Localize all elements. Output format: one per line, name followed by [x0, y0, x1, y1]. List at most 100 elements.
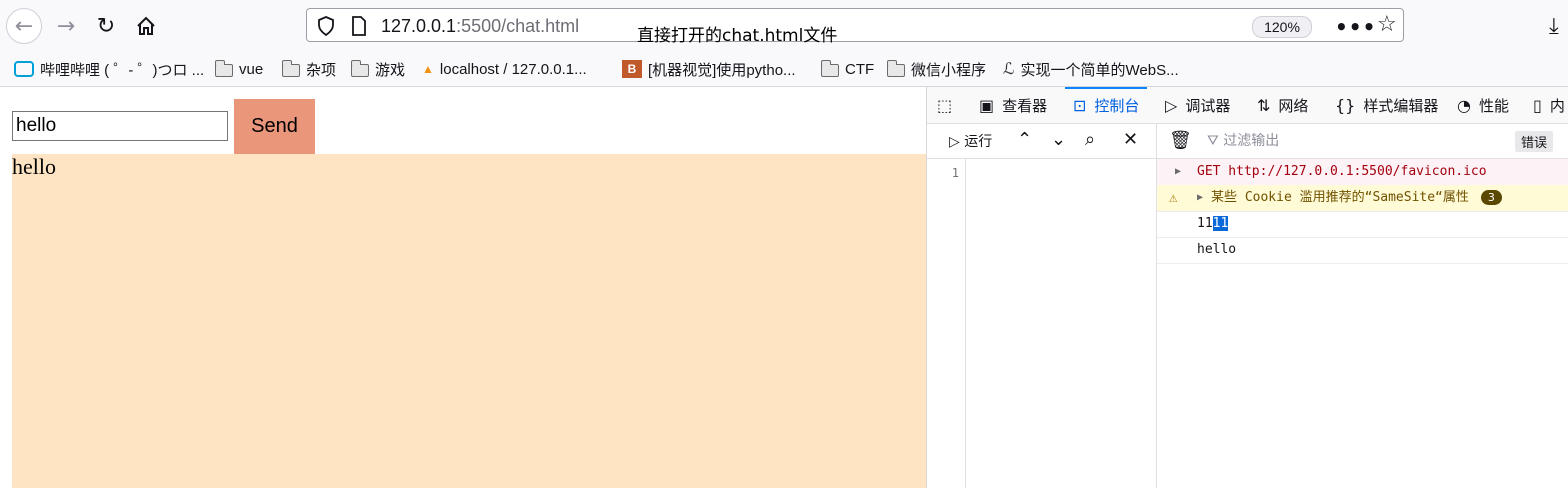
- download-icon[interactable]: ⤓: [1549, 14, 1559, 39]
- tab-performance[interactable]: ◔ 性能: [1457, 87, 1509, 123]
- site-icon: ℒ: [1003, 61, 1015, 78]
- zoom-level-button[interactable]: 120%: [1252, 16, 1312, 38]
- folder-icon: [214, 59, 233, 77]
- message-input[interactable]: [12, 111, 228, 141]
- run-label: 运行: [964, 134, 993, 150]
- console-log-row[interactable]: 1111: [1157, 211, 1568, 238]
- back-button[interactable]: ←: [6, 8, 42, 44]
- bookmark-item[interactable]: ℒ 实现一个简单的WebS...: [1003, 58, 1179, 80]
- inspector-icon: ▣: [979, 95, 995, 115]
- folder-icon: [350, 59, 369, 77]
- caption-text: 直接打开的chat.html文件: [637, 26, 838, 46]
- run-button[interactable]: ▷ 运行: [949, 131, 992, 151]
- console-warning-row[interactable]: ⚠ ▶ 某些 Cookie 滥用推荐的“SameSite“属性 3: [1157, 185, 1568, 212]
- folder-icon: [281, 59, 300, 77]
- tab-console[interactable]: ⊡ 控制台: [1064, 87, 1148, 123]
- memory-icon: ▯: [1533, 95, 1542, 115]
- home-button[interactable]: [128, 8, 164, 44]
- bookmark-label: CTF: [845, 60, 875, 78]
- page-icon: [352, 16, 366, 36]
- console-log-row[interactable]: hello: [1157, 237, 1568, 264]
- warning-text: 某些 Cookie 滥用推荐的“SameSite“属性: [1211, 190, 1469, 205]
- expand-triangle-icon[interactable]: ▶: [1197, 185, 1203, 211]
- bookmark-label: vue: [239, 60, 264, 78]
- expand-triangle-icon[interactable]: ▶: [1175, 159, 1181, 185]
- page-content: Send hello: [0, 87, 926, 488]
- close-icon[interactable]: ✕: [1123, 129, 1138, 150]
- bookmark-item[interactable]: ▲ localhost / 127.0.0.1...: [422, 58, 587, 80]
- filter-input[interactable]: ⛛ 过滤输出: [1207, 130, 1279, 150]
- search-icon[interactable]: ⌕: [1085, 129, 1095, 150]
- chevron-down-icon[interactable]: ⌄: [1051, 129, 1066, 150]
- folder-icon: [820, 59, 839, 77]
- bookmark-label: 微信小程序: [911, 61, 987, 79]
- tab-debugger[interactable]: ▷ 调试器: [1165, 87, 1230, 123]
- forward-button[interactable]: →: [48, 8, 84, 44]
- braces-icon: {}: [1335, 95, 1356, 115]
- tab-label: 网络: [1278, 96, 1309, 115]
- reload-button[interactable]: ↻: [88, 8, 124, 44]
- console-output: 🗑 ⛛ 过滤输出 错误 ▶ GET http://127.0.0.1:5500/…: [1157, 124, 1568, 488]
- console-icon: ⊡: [1073, 95, 1087, 115]
- bookmark-label: 哔哩哔哩 ( ゜- ゜)つロ ...: [40, 61, 205, 79]
- gauge-icon: ◔: [1457, 95, 1471, 115]
- send-button[interactable]: Send: [234, 99, 315, 154]
- bookmark-label: localhost / 127.0.0.1...: [439, 60, 587, 78]
- bookmark-label: [机器视觉]使用pytho...: [648, 61, 796, 79]
- shield-icon: [318, 16, 334, 36]
- tab-label: 控制台: [1094, 96, 1140, 115]
- bookmark-folder[interactable]: CTF: [820, 58, 875, 80]
- bookmark-label: 游戏: [375, 61, 406, 79]
- url-bar[interactable]: 127.0.0.1:5500/chat.html 直接打开的chat.html文…: [306, 8, 1404, 46]
- star-icon[interactable]: ☆: [1377, 12, 1397, 37]
- bookmark-label: 实现一个简单的WebS...: [1020, 61, 1179, 79]
- console-error-row[interactable]: ▶ GET http://127.0.0.1:5500/favicon.ico: [1157, 159, 1568, 186]
- chat-message: hello: [12, 154, 56, 179]
- bookmark-folder[interactable]: vue: [214, 58, 264, 80]
- tab-label: 调试器: [1185, 96, 1231, 115]
- url-text[interactable]: 127.0.0.1:5500/chat.html: [381, 16, 579, 37]
- tab-style-editor[interactable]: {} 样式编辑器: [1335, 87, 1438, 123]
- log-message: 1111: [1197, 211, 1229, 237]
- tab-network[interactable]: ⇅ 网络: [1257, 87, 1308, 123]
- url-host: 127.0.0.1: [381, 16, 457, 36]
- log-message: hello: [1197, 242, 1237, 257]
- filter-placeholder: 过滤输出: [1223, 133, 1280, 149]
- line-gutter: 1: [927, 159, 966, 488]
- tab-label: 样式编辑器: [1363, 96, 1439, 115]
- page-actions-icon[interactable]: •••: [1335, 15, 1376, 39]
- warning-message: 某些 Cookie 滥用推荐的“SameSite“属性 3: [1211, 185, 1502, 211]
- bookmark-folder[interactable]: 游戏: [350, 58, 406, 80]
- debugger-icon: ▷: [1165, 95, 1178, 115]
- network-icon: ⇅: [1257, 95, 1271, 115]
- bookmark-item[interactable]: 哔哩哔哩 ( ゜- ゜)つロ ...: [14, 58, 204, 80]
- phpmyadmin-icon: ▲: [422, 62, 434, 76]
- arrow-right-icon: →: [56, 13, 76, 39]
- bookmark-folder[interactable]: 微信小程序: [886, 58, 987, 80]
- funnel-icon: ⛛: [1207, 133, 1224, 149]
- home-icon: [137, 16, 155, 35]
- chat-area: hello: [12, 154, 926, 488]
- bookmark-item[interactable]: B [机器视觉]使用pytho...: [622, 58, 796, 80]
- play-icon: ▷: [949, 134, 965, 150]
- log-text: 11: [1197, 216, 1213, 231]
- tab-label: 查看器: [1002, 96, 1048, 115]
- tab-inspector[interactable]: ▣ 查看器: [979, 87, 1047, 123]
- bookmarks-bar: 哔哩哔哩 ( ゜- ゜)つロ ... vue 杂项 游戏 ▲ localhost…: [0, 52, 1568, 87]
- bilibili-icon: [14, 61, 34, 77]
- tab-label: 内: [1549, 96, 1565, 115]
- console-toolbar: 🗑 ⛛ 过滤输出 错误: [1157, 124, 1568, 159]
- reload-icon: ↻: [96, 13, 116, 39]
- selected-text: 11: [1212, 216, 1229, 231]
- chevron-up-icon[interactable]: ⌃: [1017, 129, 1032, 150]
- tab-memory[interactable]: ▯ 内: [1533, 87, 1565, 123]
- error-filter-button[interactable]: 错误: [1515, 131, 1554, 152]
- warning-icon: ⚠: [1169, 190, 1178, 206]
- bookmark-folder[interactable]: 杂项: [281, 58, 337, 80]
- arrow-left-icon: ←: [14, 13, 34, 39]
- devtools-panel: ⬚ ▣ 查看器 ⊡ 控制台 ▷ 调试器 ⇅ 网络 {} 样式编辑器 ◔ 性能 ▯ 内 ▷ 运行…: [926, 87, 1568, 488]
- bookmark-label: 杂项: [306, 61, 337, 79]
- line-number: 1: [951, 166, 959, 180]
- trash-icon[interactable]: 🗑: [1169, 130, 1192, 151]
- pick-element-button[interactable]: ⬚: [937, 87, 960, 123]
